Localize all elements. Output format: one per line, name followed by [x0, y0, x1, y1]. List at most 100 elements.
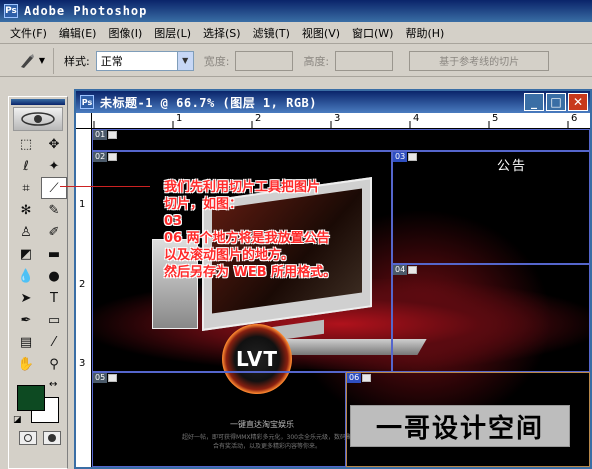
- menu-select[interactable]: 选择(S): [197, 25, 247, 41]
- ruler-top-label: 6: [571, 113, 578, 124]
- standard-mode-button[interactable]: [19, 431, 37, 445]
- ruler-top-label: 4: [413, 113, 420, 124]
- zoom-tool-icon[interactable]: ⚲: [41, 353, 67, 375]
- mask-mode-row: [9, 431, 67, 445]
- image-slice-icon: [408, 153, 418, 161]
- history-brush-tool-icon[interactable]: ✐: [41, 221, 67, 243]
- ruler-top-label: 5: [492, 113, 499, 124]
- move-tool-icon[interactable]: ✥: [41, 133, 67, 155]
- slices-from-guides-button[interactable]: 基于参考线的切片: [409, 50, 550, 71]
- image-slice-icon: [108, 153, 118, 161]
- path-selection-tool-icon[interactable]: ➤: [13, 287, 39, 309]
- slice-number: 01: [93, 130, 108, 140]
- color-swatches: ↔ ◪: [9, 379, 67, 431]
- minimize-button[interactable]: _: [524, 93, 544, 111]
- annotation-pointer-line: [60, 186, 150, 187]
- options-bar: ▼ 样式: 正常 ▼ 宽度: 高度: 基于参考线的切片: [0, 45, 592, 77]
- width-field[interactable]: [235, 50, 294, 71]
- photoshop-icon: Ps: [80, 95, 94, 109]
- ruler-left-label: 1: [79, 199, 86, 210]
- quick-mask-button[interactable]: [43, 431, 61, 445]
- eraser-tool-icon[interactable]: ◩: [13, 243, 39, 265]
- clone-stamp-tool-icon[interactable]: ♙: [13, 221, 39, 243]
- ruler-left-label: 2: [79, 279, 86, 290]
- slice-badge: 02: [93, 152, 118, 162]
- type-tool-icon[interactable]: T: [41, 287, 67, 309]
- slice-number: 02: [93, 152, 108, 162]
- menu-view[interactable]: 视图(V): [296, 25, 346, 41]
- marquee-tool-icon[interactable]: ⬚: [13, 133, 39, 155]
- gradient-tool-icon[interactable]: ▬: [41, 243, 67, 265]
- ruler-ticks: [93, 121, 569, 128]
- ruler-left-label: 3: [79, 358, 86, 369]
- default-colors-icon[interactable]: ◪: [13, 415, 22, 425]
- menu-image[interactable]: 图像(I): [102, 25, 148, 41]
- hand-tool-icon[interactable]: ✋: [13, 353, 39, 375]
- height-label: 高度:: [303, 54, 330, 68]
- tool-preset-picker[interactable]: ▼: [10, 47, 54, 74]
- vertical-ruler[interactable]: 1 2 3: [76, 129, 92, 467]
- foreground-color-swatch[interactable]: [17, 385, 45, 411]
- menu-edit[interactable]: 编辑(E): [53, 25, 103, 41]
- healing-brush-tool-icon[interactable]: ✻: [13, 199, 39, 221]
- menu-filter[interactable]: 滤镜(T): [247, 25, 296, 41]
- menu-bar: 文件(F) 编辑(E) 图像(I) 图层(L) 选择(S) 滤镜(T) 视图(V…: [0, 22, 592, 44]
- horizontal-ruler[interactable]: 1 2 3 4 5 6: [92, 113, 590, 129]
- pen-tool-icon[interactable]: ✒: [13, 309, 39, 331]
- slice-01[interactable]: 01: [92, 129, 590, 151]
- slice-badge: 06: [347, 373, 372, 383]
- width-label: 宽度:: [203, 54, 230, 68]
- photoshop-icon: Ps: [4, 4, 18, 18]
- menu-window[interactable]: 窗口(W): [346, 25, 399, 41]
- dodge-tool-icon[interactable]: ●: [41, 265, 67, 287]
- slice-03[interactable]: 03: [392, 151, 590, 264]
- ruler-origin[interactable]: [76, 113, 92, 129]
- app-title-bar[interactable]: Ps Adobe Photoshop: [0, 0, 592, 22]
- slice-badge: 03: [393, 152, 418, 162]
- slice-badge: 05: [93, 373, 118, 383]
- eyedropper-tool-icon[interactable]: ⁄: [41, 331, 67, 353]
- menu-file[interactable]: 文件(F): [4, 25, 53, 41]
- chevron-down-icon: ▼: [176, 51, 193, 70]
- style-label: 样式:: [64, 54, 90, 68]
- slice-number: 03: [393, 152, 408, 162]
- menu-help[interactable]: 帮助(H): [399, 25, 450, 41]
- style-value: 正常: [100, 54, 123, 68]
- slice-badge: 01: [93, 130, 118, 140]
- blur-tool-icon[interactable]: 💧: [13, 265, 39, 287]
- height-field[interactable]: [335, 50, 394, 71]
- slice-number: 04: [393, 265, 408, 275]
- ruler-top-label: 2: [255, 113, 262, 124]
- app-title: Adobe Photoshop: [24, 4, 148, 18]
- image-slice-icon: [408, 266, 418, 274]
- brush-tool-icon[interactable]: ✎: [41, 199, 67, 221]
- document-title: 未标题-1 @ 66.7% (图层 1, RGB): [100, 95, 317, 110]
- notes-tool-icon[interactable]: ▤: [13, 331, 39, 353]
- eye-icon: [21, 112, 55, 126]
- watermark: 一哥设计空间: [350, 405, 570, 447]
- style-select[interactable]: 正常 ▼: [95, 50, 194, 71]
- slice-number: 05: [93, 373, 108, 383]
- lasso-tool-icon[interactable]: ℓ: [13, 155, 39, 177]
- slice-icon: [20, 53, 34, 68]
- magic-wand-tool-icon[interactable]: ✦: [41, 155, 67, 177]
- ruler-top-label: 1: [176, 113, 183, 124]
- maximize-button[interactable]: □: [546, 93, 566, 111]
- toolbox-grip[interactable]: [11, 99, 65, 105]
- swap-colors-icon[interactable]: ↔: [49, 379, 57, 390]
- shape-tool-icon[interactable]: ▭: [41, 309, 67, 331]
- menu-layer[interactable]: 图层(L): [148, 25, 197, 41]
- close-button[interactable]: ✕: [568, 93, 588, 111]
- ruler-top-label: 3: [334, 113, 341, 124]
- slice-05[interactable]: 05: [92, 372, 346, 467]
- photoshop-app: Ps Adobe Photoshop 文件(F) 编辑(E) 图像(I) 图层(…: [0, 0, 592, 469]
- image-slice-icon: [362, 374, 372, 382]
- tutorial-annotation: 我们先利用切片工具把图片 切片，如图： 03 06 两个地方将是我放置公告 以及…: [164, 180, 337, 280]
- slice-tool-icon[interactable]: ⟋: [41, 177, 67, 199]
- slice-04[interactable]: 04: [392, 264, 590, 372]
- adobe-online-button[interactable]: [13, 107, 63, 131]
- crop-tool-icon[interactable]: ⌗: [13, 177, 39, 199]
- document-title-bar[interactable]: Ps 未标题-1 @ 66.7% (图层 1, RGB) _ □ ✕: [76, 91, 590, 113]
- slice-badge: 04: [393, 265, 418, 275]
- toolbox: ⬚ ✥ ℓ ✦ ⌗ ⟋ ✻ ✎ ♙ ✐ ◩ ▬ 💧 ● ➤ T ✒ ▭ ▤ ⁄ …: [8, 96, 68, 469]
